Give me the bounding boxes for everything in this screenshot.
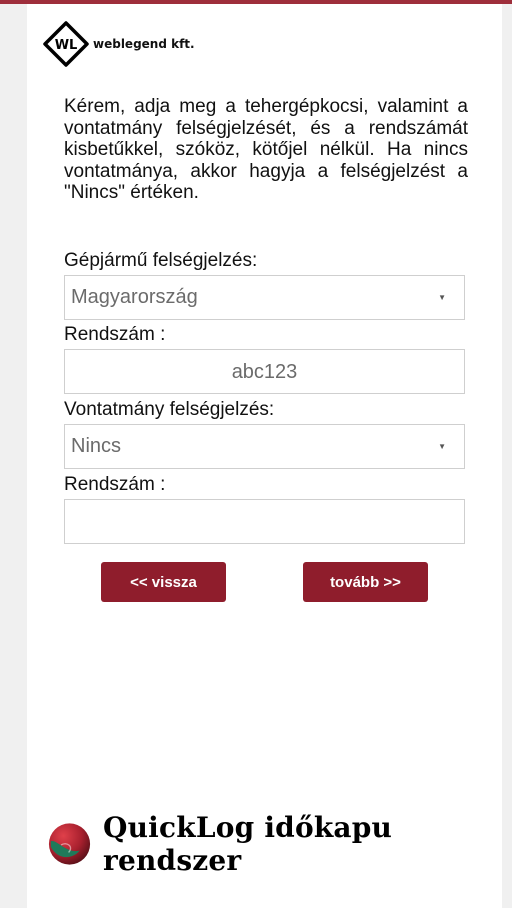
vehicle-country-select[interactable]: Magyarország ▼	[64, 275, 465, 320]
brand-name: weblegend kft.	[93, 37, 195, 51]
logo-mark-text: WL	[55, 38, 78, 53]
chevron-down-icon: ▼	[438, 442, 446, 451]
quicklog-logo-icon	[48, 823, 91, 865]
brand-logo: WL weblegend kft.	[43, 20, 195, 68]
vehicle-plate-label: Rendszám :	[64, 324, 166, 345]
trailer-country-select[interactable]: Nincs ▼	[64, 424, 465, 469]
trailer-plate-label: Rendszám :	[64, 474, 166, 495]
next-button[interactable]: tovább >>	[303, 562, 428, 602]
vehicle-country-value: Magyarország	[71, 286, 198, 308]
product-footer: QuickLog időkapu rendszer	[48, 811, 512, 877]
chevron-down-icon: ▼	[438, 293, 446, 302]
trailer-country-value: Nincs	[71, 435, 122, 457]
vehicle-plate-input[interactable]: abc123	[64, 349, 465, 394]
instructions-text: Kérem, adja meg a tehergépkocsi, valamin…	[64, 96, 468, 203]
product-name: QuickLog időkapu rendszer	[103, 811, 393, 877]
trailer-country-label: Vontatmány felségjelzés:	[64, 399, 275, 420]
weblegend-logo-icon: WL	[43, 21, 89, 67]
trailer-plate-input[interactable]	[64, 499, 465, 544]
vehicle-country-label: Gépjármű felségjelzés:	[64, 250, 258, 271]
back-button[interactable]: << vissza	[101, 562, 226, 602]
